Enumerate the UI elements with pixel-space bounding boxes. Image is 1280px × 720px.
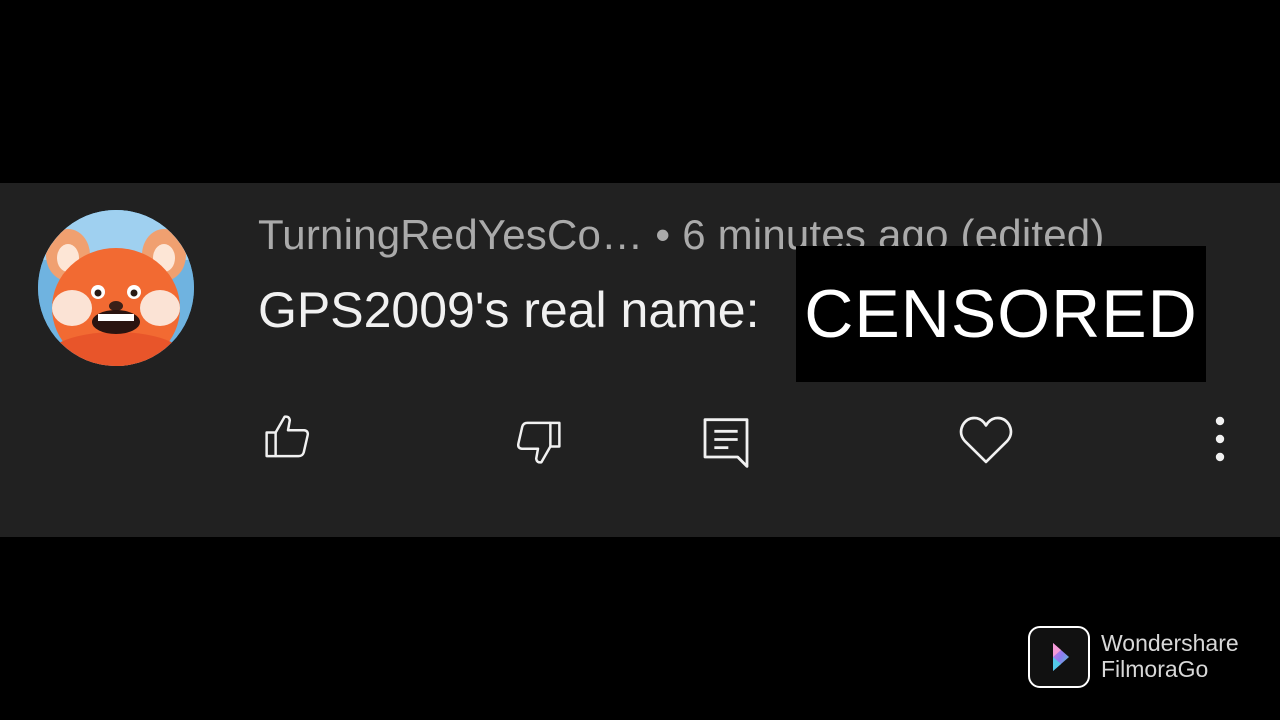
watermark-line1: Wondershare <box>1101 630 1239 656</box>
thumbs-up-icon <box>265 415 310 458</box>
video-frame: TurningRedYesCo… • 6 minutes ago (edited) … <box>0 0 1280 720</box>
reply-button[interactable] <box>694 411 758 475</box>
filmorago-logo-icon <box>1028 626 1090 688</box>
more-vertical-icon <box>1215 416 1225 462</box>
watermark-line2: FilmoraGo <box>1101 656 1209 682</box>
heart-icon <box>959 416 1013 464</box>
red-panda-avatar-image <box>38 210 194 366</box>
meta-separator: • <box>655 211 671 258</box>
author-name[interactable]: TurningRedYesCo… <box>258 211 643 258</box>
thumbs-down-icon <box>516 421 561 464</box>
filmorago-watermark: Wondershare FilmoraGo <box>1028 626 1258 690</box>
heart-button[interactable] <box>954 407 1018 471</box>
avatar[interactable] <box>38 210 194 366</box>
more-options-button[interactable] <box>1198 407 1242 471</box>
watermark-text: Wondershare FilmoraGo <box>1101 630 1239 682</box>
comment-reply-icon <box>703 418 749 468</box>
comment-text: GPS2009's real name: <box>258 282 760 338</box>
comment-card: TurningRedYesCo… • 6 minutes ago (edited) … <box>0 183 1280 537</box>
censor-overlay: CENSORED <box>796 246 1206 382</box>
censor-label: CENSORED <box>804 276 1198 352</box>
dislike-button[interactable] <box>506 410 570 474</box>
like-button[interactable] <box>256 405 320 469</box>
